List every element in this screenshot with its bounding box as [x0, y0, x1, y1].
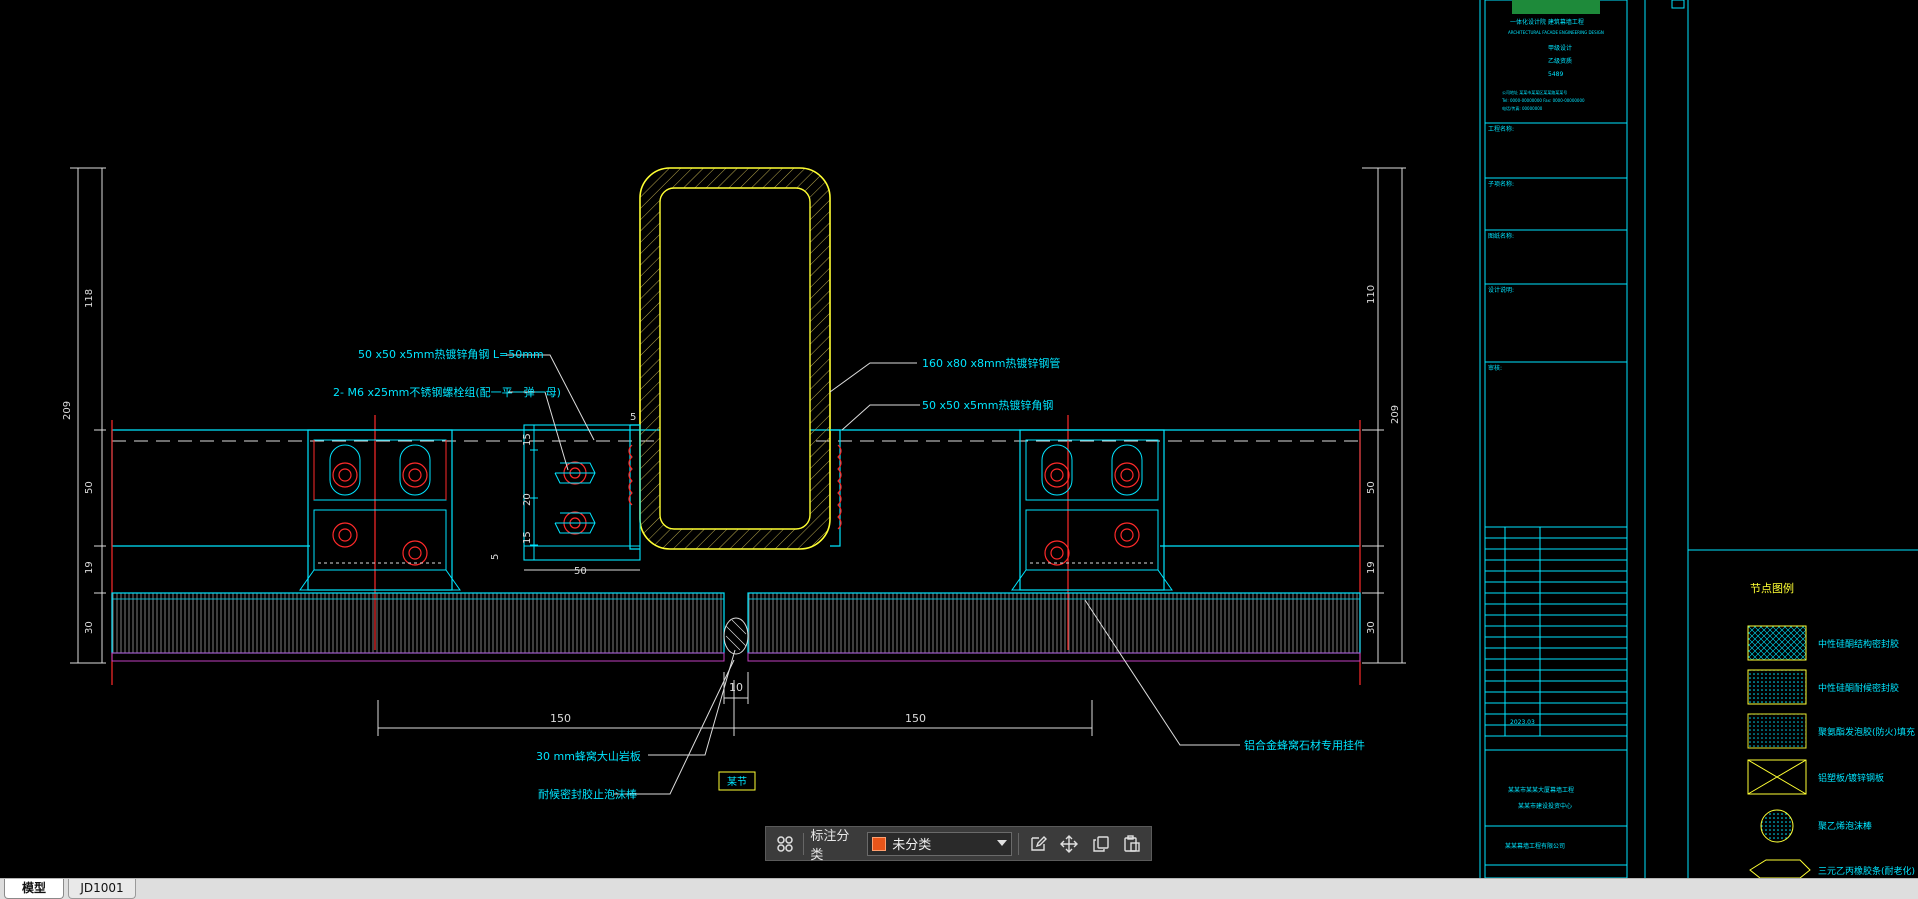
grid-icon[interactable] [772, 831, 797, 857]
annotation-toolbar: 标注分类 未分类 [765, 826, 1152, 863]
label-angle-right: 50 x50 x5mm热镀锌角钢 [922, 398, 1053, 412]
company-cn: 一体化设计院 建筑幕墙工程 [1510, 18, 1584, 26]
row-label-1: 子项名称: [1488, 180, 1514, 188]
dim-left-1: 209 [62, 401, 73, 420]
label-tube: 160 x80 x8mm热镀锌钢管 [922, 356, 1060, 370]
label-bolt: 2- M6 x25mm不锈钢螺栓组(配一平一弹一母) [333, 385, 561, 399]
row-label-2: 图纸名称: [1488, 232, 1514, 240]
tab-jd1001[interactable]: JD1001 [68, 879, 136, 899]
stone-face-right [747, 652, 1361, 662]
title-block [1479, 0, 1918, 878]
legend-item-4: 聚乙烯泡沫棒 [1818, 820, 1872, 832]
clip-assembly-right [1011, 429, 1173, 591]
cad-drawing-canvas[interactable]: 118 209 50 19 30 110 209 50 19 30 150 15… [0, 0, 1918, 878]
dim-left-2: 50 [84, 481, 95, 494]
dim-bottom-1: 150 [905, 712, 926, 725]
address-1: Tel: 0000-00000000 Fax: 0000-00000000 [1501, 98, 1585, 103]
drawing-number: 2023.03 [1510, 719, 1535, 726]
legend-item-3: 铝塑板/镀锌钢板 [1818, 772, 1884, 784]
dim-right-3: 19 [1366, 561, 1377, 574]
legend-title: 节点图例 [1750, 581, 1794, 595]
contractor-name: 某某幕墙工程有限公司 [1505, 842, 1565, 850]
company-logo [1512, 0, 1600, 14]
paste-icon[interactable] [1120, 831, 1145, 857]
project-name: 某某市某某大厦幕墙工程 [1508, 786, 1574, 794]
dim-detail-4: 50 [574, 566, 587, 577]
legend-swatches [1747, 625, 1811, 878]
code-2: 5489 [1548, 71, 1563, 78]
row-label-0: 工程名称: [1488, 125, 1514, 133]
dim-left-4: 30 [84, 621, 95, 634]
move-icon[interactable] [1057, 831, 1082, 857]
node-tag: 某节 [727, 776, 747, 788]
label-honeycomb: 30 mm蜂窝大山岩板 [536, 749, 641, 763]
dim-detail-5: 5 [630, 412, 636, 423]
label-sealant: 耐候密封胶止泡沫棒 [538, 787, 637, 801]
dim-right-4: 30 [1366, 621, 1377, 634]
category-label: 标注分类 [810, 828, 850, 863]
dim-right-0: 110 [1366, 285, 1377, 304]
code-0: 甲级设计 [1548, 44, 1572, 52]
toolbar-divider [803, 832, 805, 855]
dim-left-3: 19 [84, 561, 95, 574]
layout-tab-bar: 模型 JD1001 [0, 878, 1918, 899]
dim-bottom-2: 10 [729, 681, 743, 694]
label-alu-clip: 铝合金蜂窝石材专用挂件 [1244, 738, 1365, 752]
row-label-4: 审核: [1488, 364, 1502, 372]
dim-left-0: 118 [84, 289, 95, 308]
foam-rod [723, 617, 749, 655]
legend-item-2: 聚氨酯发泡胶(防火)填充 [1818, 726, 1915, 738]
dim-bottom-0: 150 [550, 712, 571, 725]
dim-right-1: 209 [1390, 405, 1401, 424]
label-angle-top: 50 x50 x5mm热镀锌角钢 L=50mm [358, 347, 544, 361]
row-label-3: 设计说明: [1488, 286, 1514, 294]
dim-detail-2: 15 [522, 531, 533, 544]
code-1: 乙级资质 [1548, 57, 1572, 65]
legend-item-1: 中性硅酮耐候密封胶 [1818, 682, 1899, 694]
steel-tube [639, 167, 831, 550]
legend-item-5: 三元乙丙橡胶条(耐老化) [1818, 865, 1915, 877]
category-select[interactable]: 未分类 [867, 831, 1013, 856]
honeycomb-panel-left [111, 592, 725, 654]
left-dimensions [70, 167, 106, 664]
address-2: 电话/传真: 00000000 [1502, 105, 1543, 111]
address-0: 公司地址 某某市某某区某某路某某号 [1502, 89, 1567, 95]
client-name: 某某市建设投资中心 [1518, 802, 1572, 810]
dim-right-2: 50 [1366, 481, 1377, 494]
legend-item-0: 中性硅酮结构密封胶 [1818, 638, 1899, 650]
dim-detail-0: 15 [522, 433, 533, 446]
bolt-plate: 15 20 15 5 50 5 [490, 412, 641, 577]
chevron-down-icon [997, 836, 1008, 851]
category-color-swatch [872, 836, 887, 851]
honeycomb-panel-right [747, 592, 1361, 654]
toolbar-divider [1018, 832, 1020, 855]
stone-face-left [111, 652, 725, 662]
dim-detail-1: 20 [522, 493, 533, 506]
category-value: 未分类 [892, 838, 932, 853]
edit-icon[interactable] [1025, 831, 1050, 857]
clip-assembly-left [299, 429, 461, 591]
tab-model[interactable]: 模型 [4, 879, 64, 899]
dim-detail-3: 5 [490, 554, 501, 560]
company-en: ARCHITECTURAL FACADE ENGINEERING DESIGN [1508, 30, 1604, 35]
copy-icon[interactable] [1088, 831, 1113, 857]
